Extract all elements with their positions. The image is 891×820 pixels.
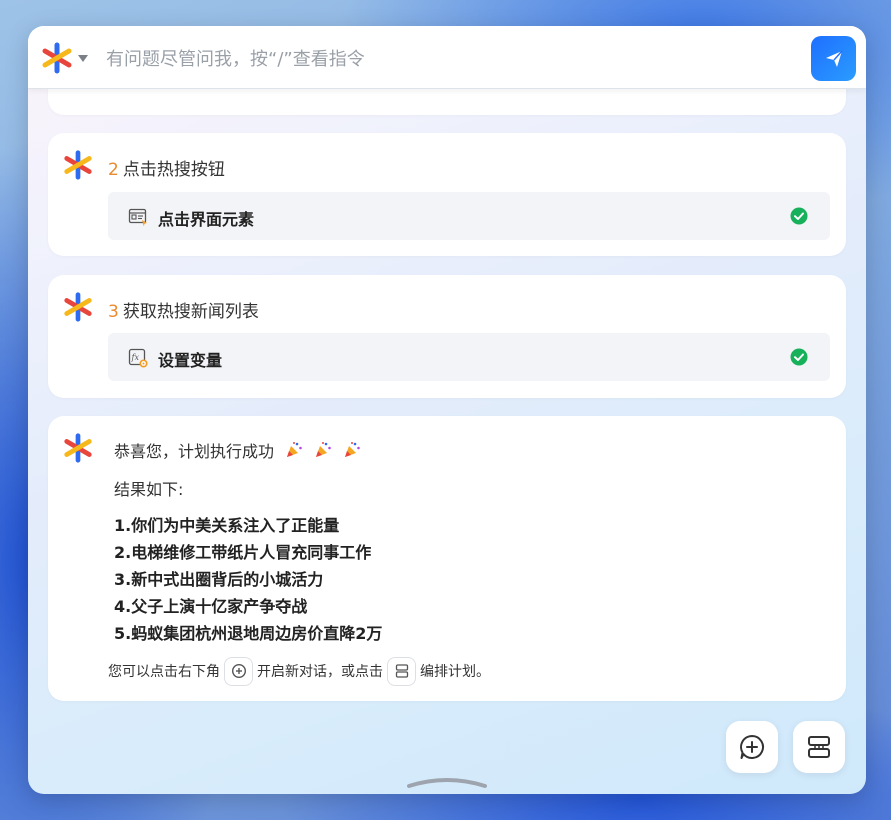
- result-item: 1.你们为中美关系注入了正能量: [114, 516, 340, 535]
- svg-text:fx: fx: [131, 353, 140, 362]
- action-label: 点击界面元素: [158, 210, 255, 229]
- send-button[interactable]: [811, 36, 856, 81]
- assistant-avatar-icon: [64, 292, 92, 322]
- result-item: 2.电梯维修工带纸片人冒充同事工作: [114, 543, 372, 562]
- party-popper-icon: [316, 442, 332, 457]
- hint-part3: 编排计划。: [420, 664, 490, 680]
- assistant-avatar-icon: [64, 433, 92, 463]
- action-item[interactable]: 点击界面元素: [108, 192, 830, 240]
- step-number: 2: [108, 160, 119, 180]
- step-title-text: 点击热搜按钮: [122, 160, 225, 180]
- new-chat-icon: [740, 735, 764, 759]
- click-element-icon: [128, 208, 147, 227]
- result-item: 4.父子上演十亿家产争夺战: [114, 597, 308, 616]
- result-item: 5.蚂蚁集团杭州退地周边房价直降2万: [114, 624, 383, 643]
- assistant-window: 2点击热搜按钮 点击界面元素: [28, 26, 866, 794]
- new-chat-inline-icon: [224, 656, 253, 686]
- step-title: 2 点击热搜按钮: [108, 155, 225, 180]
- plan-editor-inline-icon: [387, 656, 416, 686]
- result-message-card: 恭喜您，计划执行成功 结果如下: 1.你们为中美关系注入了正能量 2.电梯维修工…: [48, 416, 846, 701]
- assistant-switcher[interactable]: [40, 41, 94, 75]
- party-popper-icon: [287, 442, 302, 457]
- hint-part1: 您可以点击右下角: [108, 664, 220, 680]
- assistant-logo-icon: [42, 42, 72, 74]
- success-check-icon: [790, 348, 808, 366]
- success-check-icon: [790, 207, 808, 225]
- step-title: 3 获取热搜新闻列表: [108, 297, 259, 322]
- chevron-down-icon: [78, 54, 88, 62]
- step-card: 2 点击热搜按钮 点击界面元素: [48, 133, 846, 256]
- step-number: 3: [108, 302, 119, 322]
- result-intro: 结果如下:: [114, 480, 184, 499]
- step-card: 3 获取热搜新闻列表 fx 设置变量: [48, 275, 846, 398]
- assistant-avatar-icon: [64, 150, 92, 180]
- plan-editor-icon: [808, 736, 830, 758]
- greeting-text: 恭喜您，计划执行成功: [114, 442, 275, 461]
- success-greeting: 恭喜您，计划执行成功: [114, 438, 361, 462]
- step-title-text: 获取热搜新闻列表: [122, 302, 259, 322]
- search-input[interactable]: [104, 44, 748, 74]
- hint-part2: 开启新对话，或点击: [257, 664, 383, 680]
- action-label: 设置变量: [158, 351, 223, 370]
- new-chat-button[interactable]: [726, 721, 778, 773]
- result-item: 3.新中式出圈背后的小城活力: [114, 570, 324, 589]
- hint-text: 您可以点击右下角 开启新对话，或点击 编排计划。: [108, 656, 490, 686]
- set-variable-icon: fx: [128, 348, 148, 368]
- party-popper-icon: [345, 442, 361, 457]
- send-icon: [825, 50, 843, 67]
- plan-editor-button[interactable]: [793, 721, 845, 773]
- action-item[interactable]: fx 设置变量: [108, 333, 830, 381]
- collapse-grip-handle[interactable]: [406, 774, 488, 790]
- input-header: [28, 26, 866, 89]
